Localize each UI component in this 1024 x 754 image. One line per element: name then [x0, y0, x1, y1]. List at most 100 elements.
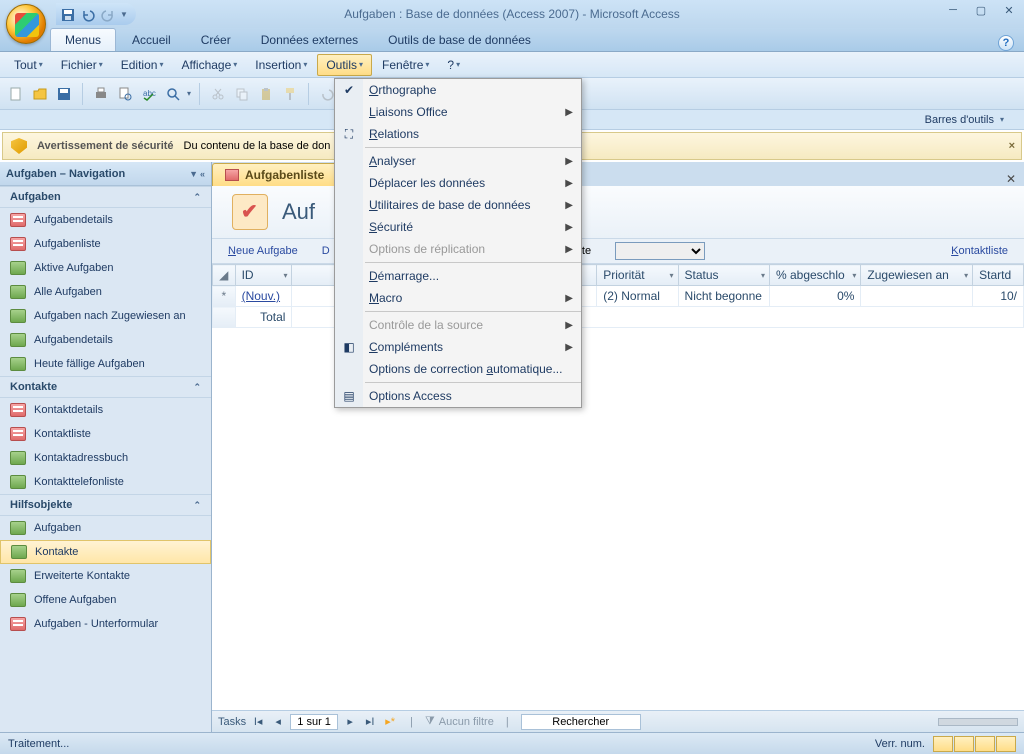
- nav-item[interactable]: Alle Aufgaben: [0, 280, 211, 304]
- menu-edition[interactable]: Edition▾: [113, 55, 172, 75]
- nav-item[interactable]: Aufgaben - Unterformular: [0, 612, 211, 636]
- form-icon: [10, 237, 26, 251]
- nav-group-kontakte[interactable]: Kontakte⌃: [0, 376, 211, 398]
- cell-pct[interactable]: 0%: [769, 286, 860, 307]
- menu-item[interactable]: Liaisons Office▶: [335, 101, 581, 123]
- nav-item[interactable]: Aufgaben: [0, 516, 211, 540]
- col-status[interactable]: Status▾: [678, 265, 769, 286]
- menu-fenetre[interactable]: Fenêtre▾: [374, 55, 437, 75]
- recnav-new[interactable]: ▸*: [382, 714, 398, 730]
- nav-group-hilfsobjekte[interactable]: Hilfsobjekte⌃: [0, 494, 211, 516]
- nav-item[interactable]: Kontakte: [0, 540, 211, 564]
- document-tab-aufgabenliste[interactable]: Aufgabenliste: [212, 163, 337, 186]
- qat-dropdown-icon[interactable]: ▼: [120, 10, 128, 19]
- search-icon[interactable]: [163, 84, 183, 104]
- nav-item[interactable]: Erweiterte Kontakte: [0, 564, 211, 588]
- menu-insertion[interactable]: Insertion▾: [247, 55, 315, 75]
- nav-item[interactable]: Heute fällige Aufgaben: [0, 352, 211, 376]
- nav-pane-header[interactable]: Aufgaben – Navigation ▼«: [0, 162, 211, 186]
- close-button[interactable]: ✕: [998, 2, 1020, 18]
- ribbon-tab-accueil[interactable]: Accueil: [118, 29, 185, 51]
- document-close-button[interactable]: ✕: [1006, 172, 1016, 186]
- nav-item[interactable]: Kontaktdetails: [0, 398, 211, 422]
- menu-outils[interactable]: Outils▾: [317, 54, 372, 76]
- menu-item[interactable]: ⛶Relations: [335, 123, 581, 145]
- save-toolbar-icon[interactable]: [54, 84, 74, 104]
- menu-item[interactable]: Démarrage...: [335, 265, 581, 287]
- recnav-search[interactable]: [521, 714, 641, 730]
- link-new-task[interactable]: Neue Aufgabe: [228, 245, 298, 257]
- horizontal-scrollbar[interactable]: [938, 718, 1018, 726]
- security-warning-close[interactable]: ×: [1009, 140, 1015, 152]
- copy-icon[interactable]: [232, 84, 252, 104]
- nav-item[interactable]: Aufgaben nach Zugewiesen an: [0, 304, 211, 328]
- nav-item[interactable]: Aufgabendetails: [0, 328, 211, 352]
- menu-fichier[interactable]: Fichier▾: [53, 55, 111, 75]
- nav-item[interactable]: Kontakttelefonliste: [0, 470, 211, 494]
- format-painter-icon[interactable]: [280, 84, 300, 104]
- filter-icon[interactable]: ⧩: [425, 715, 435, 728]
- nav-item[interactable]: Aufgabendetails: [0, 208, 211, 232]
- menu-item[interactable]: ✔Orthographe: [335, 79, 581, 101]
- row-selector-header[interactable]: ◢: [213, 265, 236, 286]
- nav-collapse-icon[interactable]: «: [200, 169, 205, 179]
- undo-icon[interactable]: [80, 7, 94, 21]
- print-icon[interactable]: [91, 84, 111, 104]
- nav-item[interactable]: Aktive Aufgaben: [0, 256, 211, 280]
- ribbon-tab-donnees-externes[interactable]: Données externes: [247, 29, 372, 51]
- cell-startd[interactable]: 10/: [973, 286, 1024, 307]
- print-preview-icon[interactable]: [115, 84, 135, 104]
- save-icon[interactable]: [60, 7, 74, 21]
- help-icon[interactable]: ?: [998, 35, 1014, 51]
- nav-item[interactable]: Kontaktliste: [0, 422, 211, 446]
- menu-item[interactable]: Analyser▶: [335, 150, 581, 172]
- recnav-prev[interactable]: ◂: [270, 714, 286, 730]
- menu-item[interactable]: ◧Compléments▶: [335, 336, 581, 358]
- form-icon: [10, 617, 26, 631]
- menu-item[interactable]: Utilitaires de base de données▶: [335, 194, 581, 216]
- menu-affichage[interactable]: Affichage▾: [173, 55, 245, 75]
- office-button[interactable]: [6, 4, 46, 44]
- nav-item[interactable]: Kontaktadressbuch: [0, 446, 211, 470]
- nav-group-aufgaben[interactable]: Aufgaben⌃: [0, 186, 211, 208]
- menu-item[interactable]: ▤Options Access: [335, 385, 581, 407]
- menu-tout[interactable]: Tout▾: [6, 55, 51, 75]
- nav-item[interactable]: Aufgabenliste: [0, 232, 211, 256]
- open-icon[interactable]: [30, 84, 50, 104]
- menu-help[interactable]: ?▾: [439, 55, 468, 75]
- redo-icon[interactable]: [100, 7, 114, 21]
- link-d[interactable]: D: [322, 245, 330, 257]
- form-icon: [225, 169, 239, 181]
- recnav-position[interactable]: [290, 714, 338, 730]
- recnav-next[interactable]: ▸: [342, 714, 358, 730]
- minimize-button[interactable]: ─: [942, 2, 964, 18]
- menu-item[interactable]: Déplacer les données▶: [335, 172, 581, 194]
- hte-select[interactable]: [615, 242, 705, 260]
- recnav-last[interactable]: ▸I: [362, 714, 378, 730]
- cell-status[interactable]: Nicht begonne: [678, 286, 769, 307]
- col-startd[interactable]: Startd: [973, 265, 1024, 286]
- cell-priority[interactable]: (2) Normal: [597, 286, 678, 307]
- nav-item[interactable]: Offene Aufgaben: [0, 588, 211, 612]
- menu-item[interactable]: Macro▶: [335, 287, 581, 309]
- col-pct[interactable]: % abgeschlo▾: [769, 265, 860, 286]
- link-contact-list[interactable]: Kontaktliste: [951, 245, 1008, 257]
- col-assigned[interactable]: Zugewiesen an▾: [861, 265, 973, 286]
- new-icon[interactable]: [6, 84, 26, 104]
- cell-id[interactable]: (Nouv.): [235, 286, 292, 307]
- cut-icon[interactable]: [208, 84, 228, 104]
- recnav-first[interactable]: I◂: [250, 714, 266, 730]
- ribbon-tab-creer[interactable]: Créer: [187, 29, 245, 51]
- paste-icon[interactable]: [256, 84, 276, 104]
- menu-item[interactable]: Options de correction automatique...: [335, 358, 581, 380]
- maximize-button[interactable]: ▢: [970, 2, 992, 18]
- nav-dropdown-icon[interactable]: ▼: [189, 169, 198, 179]
- col-id[interactable]: ID▾: [235, 265, 292, 286]
- col-priority[interactable]: Priorität▾: [597, 265, 678, 286]
- ribbon-tab-outils-bdd[interactable]: Outils de base de données: [374, 29, 545, 51]
- recnav-label: Tasks: [218, 716, 246, 728]
- ribbon-tab-menus[interactable]: Menus: [50, 28, 116, 51]
- spelling-icon[interactable]: abc: [139, 84, 159, 104]
- nav-item-label: Aufgabendetails: [34, 214, 113, 226]
- menu-item[interactable]: Sécurité▶: [335, 216, 581, 238]
